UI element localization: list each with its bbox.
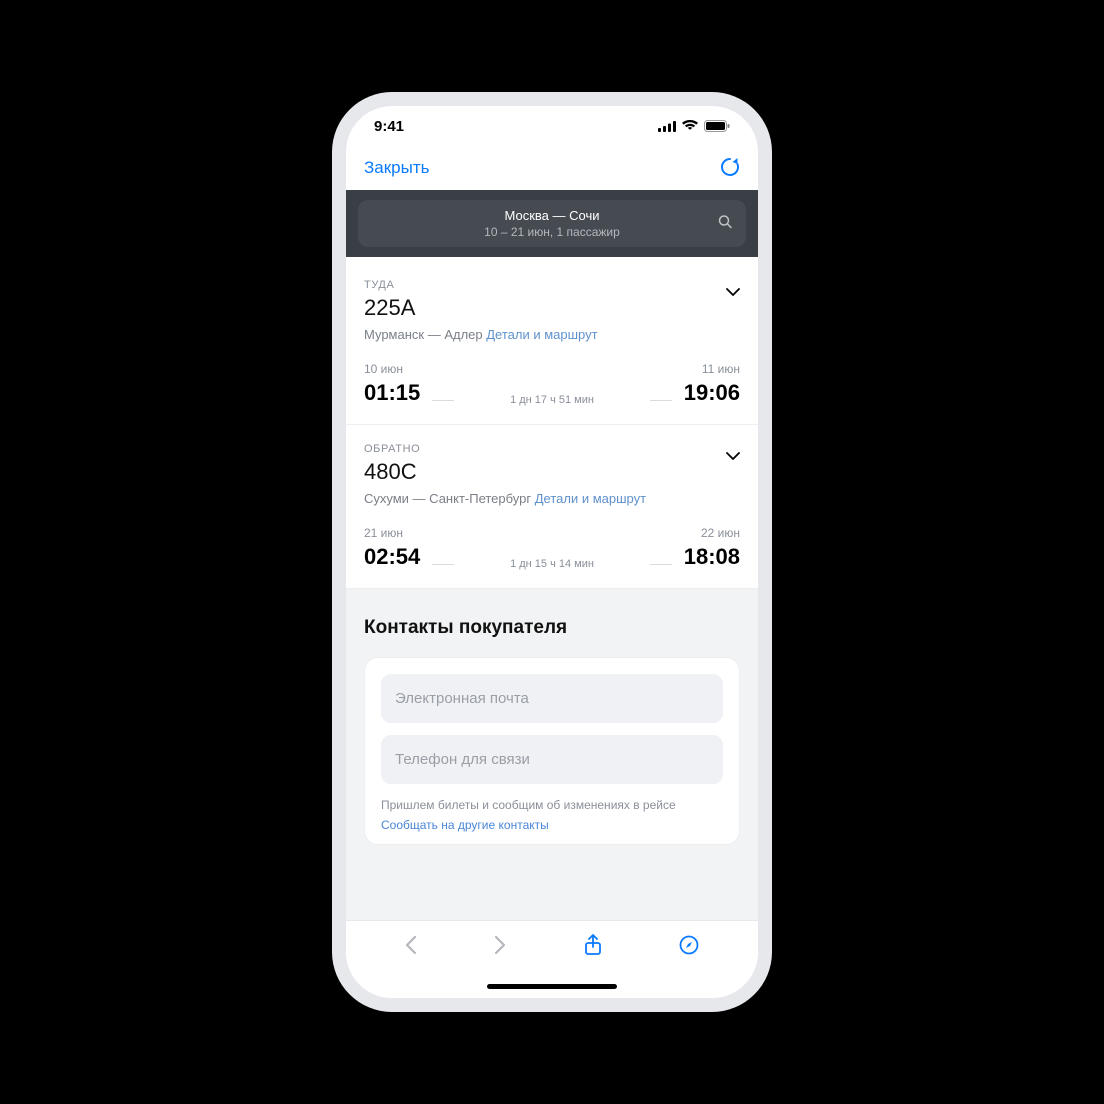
chevron-down-icon [726,447,740,465]
trip-header[interactable]: ОБРАТНО 480С Сухуми — Санкт-Петербург Де… [364,443,740,506]
arrival: 11 июн 19:06 [684,362,740,406]
details-link[interactable]: Детали и маршрут [486,327,597,342]
status-time: 9:41 [374,118,404,135]
wifi-icon [682,120,698,132]
departure: 21 июн 02:54 [364,526,420,570]
trip-times: 21 июн 02:54 1 дн 15 ч 14 мин 22 июн 18:… [364,526,740,570]
chevron-right-icon [494,935,506,955]
status-bar: 9:41 [346,106,758,146]
trip-route: Мурманск — Адлер Детали и маршрут [364,327,598,342]
phone-field[interactable]: Телефон для связи [381,735,723,784]
details-link[interactable]: Детали и маршрут [535,491,646,506]
arrival-time: 18:08 [684,544,740,570]
battery-icon [704,120,730,132]
phone-frame: 9:41 Закрыть Москва — Сочи 10 – 21 июн, … [332,92,772,1012]
content: ТУДА 225А Мурманск — Адлер Детали и марш… [346,257,758,920]
duration: 1 дн 15 ч 14 мин [420,558,683,570]
back-button[interactable] [405,935,417,960]
nav-bar: Закрыть [346,146,758,190]
status-indicators [658,120,730,132]
close-button[interactable]: Закрыть [364,158,429,178]
trip-direction-label: ТУДА [364,279,598,291]
departure-date: 10 июн [364,362,420,376]
train-number: 480С [364,459,646,485]
forward-button[interactable] [494,935,506,960]
departure-time: 02:54 [364,544,420,570]
trip-outbound: ТУДА 225А Мурманск — Адлер Детали и марш… [346,257,758,425]
search-route: Москва — Сочи [370,208,734,223]
departure-date: 21 июн [364,526,420,540]
trips-block: ТУДА 225А Мурманск — Адлер Детали и марш… [346,257,758,589]
trip-direction-label: ОБРАТНО [364,443,646,455]
departure: 10 июн 01:15 [364,362,420,406]
home-indicator[interactable] [346,974,758,998]
search-summary[interactable]: Москва — Сочи 10 – 21 июн, 1 пассажир [358,200,746,247]
refresh-icon [720,155,740,177]
chevron-down-icon [726,283,740,301]
compass-icon [679,935,699,955]
email-field[interactable]: Электронная почта [381,674,723,723]
search-banner: Москва — Сочи 10 – 21 июн, 1 пассажир [346,190,758,257]
duration: 1 дн 17 ч 51 мин [420,394,683,406]
contacts-heading: Контакты покупателя [364,617,740,639]
train-number: 225А [364,295,598,321]
contacts-form: Электронная почта Телефон для связи Приш… [364,657,740,845]
safari-button[interactable] [679,935,699,960]
contacts-section: Контакты покупателя Электронная почта Те… [346,589,758,845]
arrival: 22 июн 18:08 [684,526,740,570]
share-button[interactable] [584,934,602,961]
other-contacts-link[interactable]: Сообщать на другие контакты [381,816,723,834]
trip-times: 10 июн 01:15 1 дн 17 ч 51 мин 11 июн 19:… [364,362,740,406]
trip-return: ОБРАТНО 480С Сухуми — Санкт-Петербург Де… [346,425,758,589]
arrival-date: 22 июн [684,526,740,540]
duration-text: 1 дн 15 ч 14 мин [510,558,594,570]
departure-time: 01:15 [364,380,420,406]
search-icon [718,214,732,233]
trip-route: Сухуми — Санкт-Петербург Детали и маршру… [364,491,646,506]
screen: 9:41 Закрыть Москва — Сочи 10 – 21 июн, … [346,106,758,998]
duration-text: 1 дн 17 ч 51 мин [510,394,594,406]
signal-icon [658,121,676,132]
search-sub: 10 – 21 июн, 1 пассажир [370,225,734,239]
trip-header[interactable]: ТУДА 225А Мурманск — Адлер Детали и марш… [364,279,740,342]
share-icon [584,934,602,956]
refresh-button[interactable] [720,155,740,182]
arrival-date: 11 июн [684,362,740,376]
browser-toolbar [346,920,758,974]
contacts-hint: Пришлем билеты и сообщим об изменениях в… [381,796,723,834]
arrival-time: 19:06 [684,380,740,406]
chevron-left-icon [405,935,417,955]
